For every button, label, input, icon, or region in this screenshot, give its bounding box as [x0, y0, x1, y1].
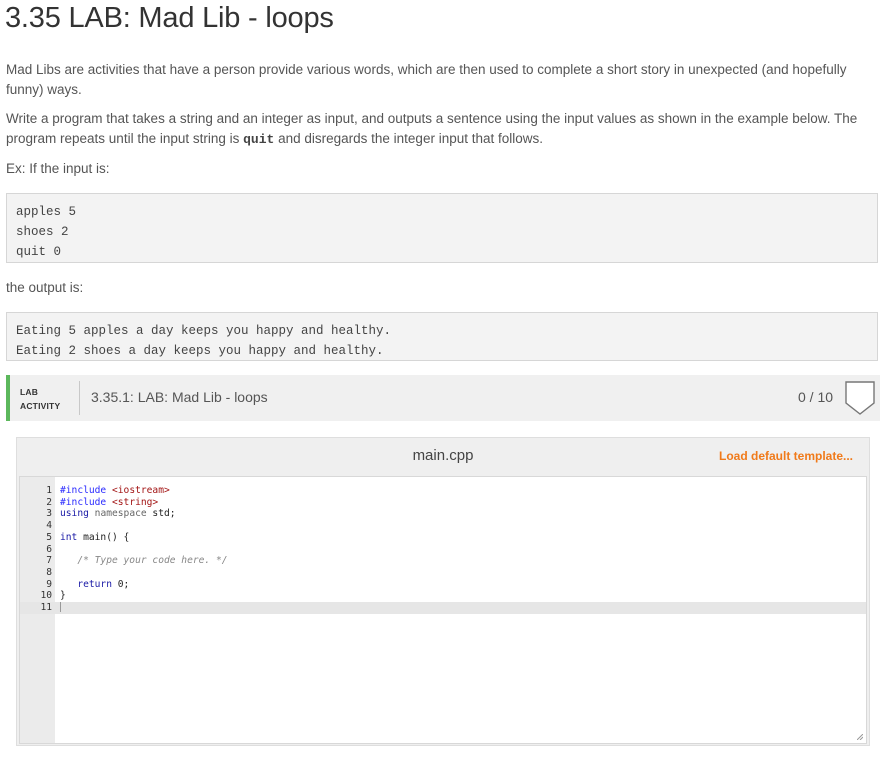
example-output-line: Eating 2 shoes a day keeps you happy and…: [16, 344, 384, 358]
code-token: #include: [60, 496, 107, 508]
line-number: 5: [46, 531, 52, 543]
lab-label-line: LAB: [20, 387, 39, 397]
code-line[interactable]: 3 using namespace std;: [20, 508, 866, 520]
code-line[interactable]: 6: [20, 544, 866, 556]
example-input-line: apples 5: [16, 205, 77, 219]
example-input-box: apples 5 shoes 2 quit 0: [6, 193, 878, 263]
load-default-template-link[interactable]: Load default template...: [719, 449, 853, 463]
example-output-box: Eating 5 apples a day keeps you happy an…: [6, 312, 878, 361]
line-number: 11: [40, 602, 52, 613]
code-line[interactable]: 5 int main() {: [20, 532, 866, 544]
divider: [79, 381, 80, 415]
code-token: return: [77, 578, 112, 590]
example-intro: Ex: If the input is:: [6, 161, 110, 176]
code-editor-panel: main.cpp Load default template... 1 #inc…: [16, 437, 870, 746]
code-token: main() {: [77, 531, 130, 543]
code-token: 0;: [111, 578, 130, 590]
code-token: namespace: [94, 508, 147, 520]
code-line[interactable]: 10 }: [20, 590, 866, 602]
instructions-text-end: and disregards the integer input that fo…: [274, 131, 544, 146]
code-line[interactable]: 4: [20, 520, 866, 532]
code-line[interactable]: 7 /* Type your code here. */: [20, 555, 866, 567]
text-cursor: [60, 602, 61, 612]
lab-activity-label: LAB ACTIVITY: [20, 385, 60, 413]
code-line[interactable]: 1 #include <iostream>: [20, 485, 866, 497]
example-input-line: quit 0: [16, 245, 62, 259]
lab-activity-title: 3.35.1: LAB: Mad Lib - loops: [91, 389, 268, 405]
resize-grip-icon[interactable]: [857, 734, 863, 740]
code-token: #include: [60, 485, 107, 496]
description-paragraph: Mad Libs are activities that have a pers…: [6, 62, 847, 97]
line-number: 2: [46, 496, 52, 508]
line-number: 4: [46, 520, 52, 532]
lab-score: 0 / 10: [798, 389, 834, 405]
code-token: std;: [146, 508, 176, 520]
line-number: 3: [46, 508, 52, 520]
lab-label-line: ACTIVITY: [20, 401, 61, 411]
code-comment: /* Type your code here. */: [77, 555, 228, 567]
code-token: <iostream>: [112, 485, 170, 496]
code-line[interactable]: 8: [20, 567, 866, 579]
quit-keyword: quit: [243, 132, 275, 147]
code-token: <string>: [112, 496, 159, 508]
line-number: 1: [46, 485, 52, 496]
code-editor[interactable]: 1 #include <iostream> 2 #include <string…: [19, 476, 867, 744]
code-line[interactable]: 9 return 0;: [20, 579, 866, 591]
code-line[interactable]: 2 #include <string>: [20, 497, 866, 509]
code-line-active[interactable]: 11: [20, 602, 866, 614]
editor-header: main.cpp Load default template...: [17, 438, 869, 475]
code-token: using: [60, 508, 89, 520]
line-number: 9: [46, 578, 52, 590]
page-title: 3.35 LAB: Mad Lib - loops: [5, 2, 334, 34]
line-number: 6: [46, 543, 52, 555]
line-number: 7: [46, 555, 52, 567]
instructions-paragraph: Write a program that takes a string and …: [6, 109, 876, 150]
example-input-line: shoes 2: [16, 225, 69, 239]
lab-activity-header: LAB ACTIVITY 3.35.1: LAB: Mad Lib - loop…: [6, 375, 880, 421]
line-number: 8: [46, 566, 52, 578]
example-output-line: Eating 5 apples a day keeps you happy an…: [16, 324, 392, 338]
code-token: }: [60, 590, 66, 602]
output-intro: the output is:: [6, 280, 84, 295]
completion-badge-icon: [845, 381, 875, 415]
code-token: int: [60, 531, 78, 543]
line-number: 10: [40, 590, 52, 602]
